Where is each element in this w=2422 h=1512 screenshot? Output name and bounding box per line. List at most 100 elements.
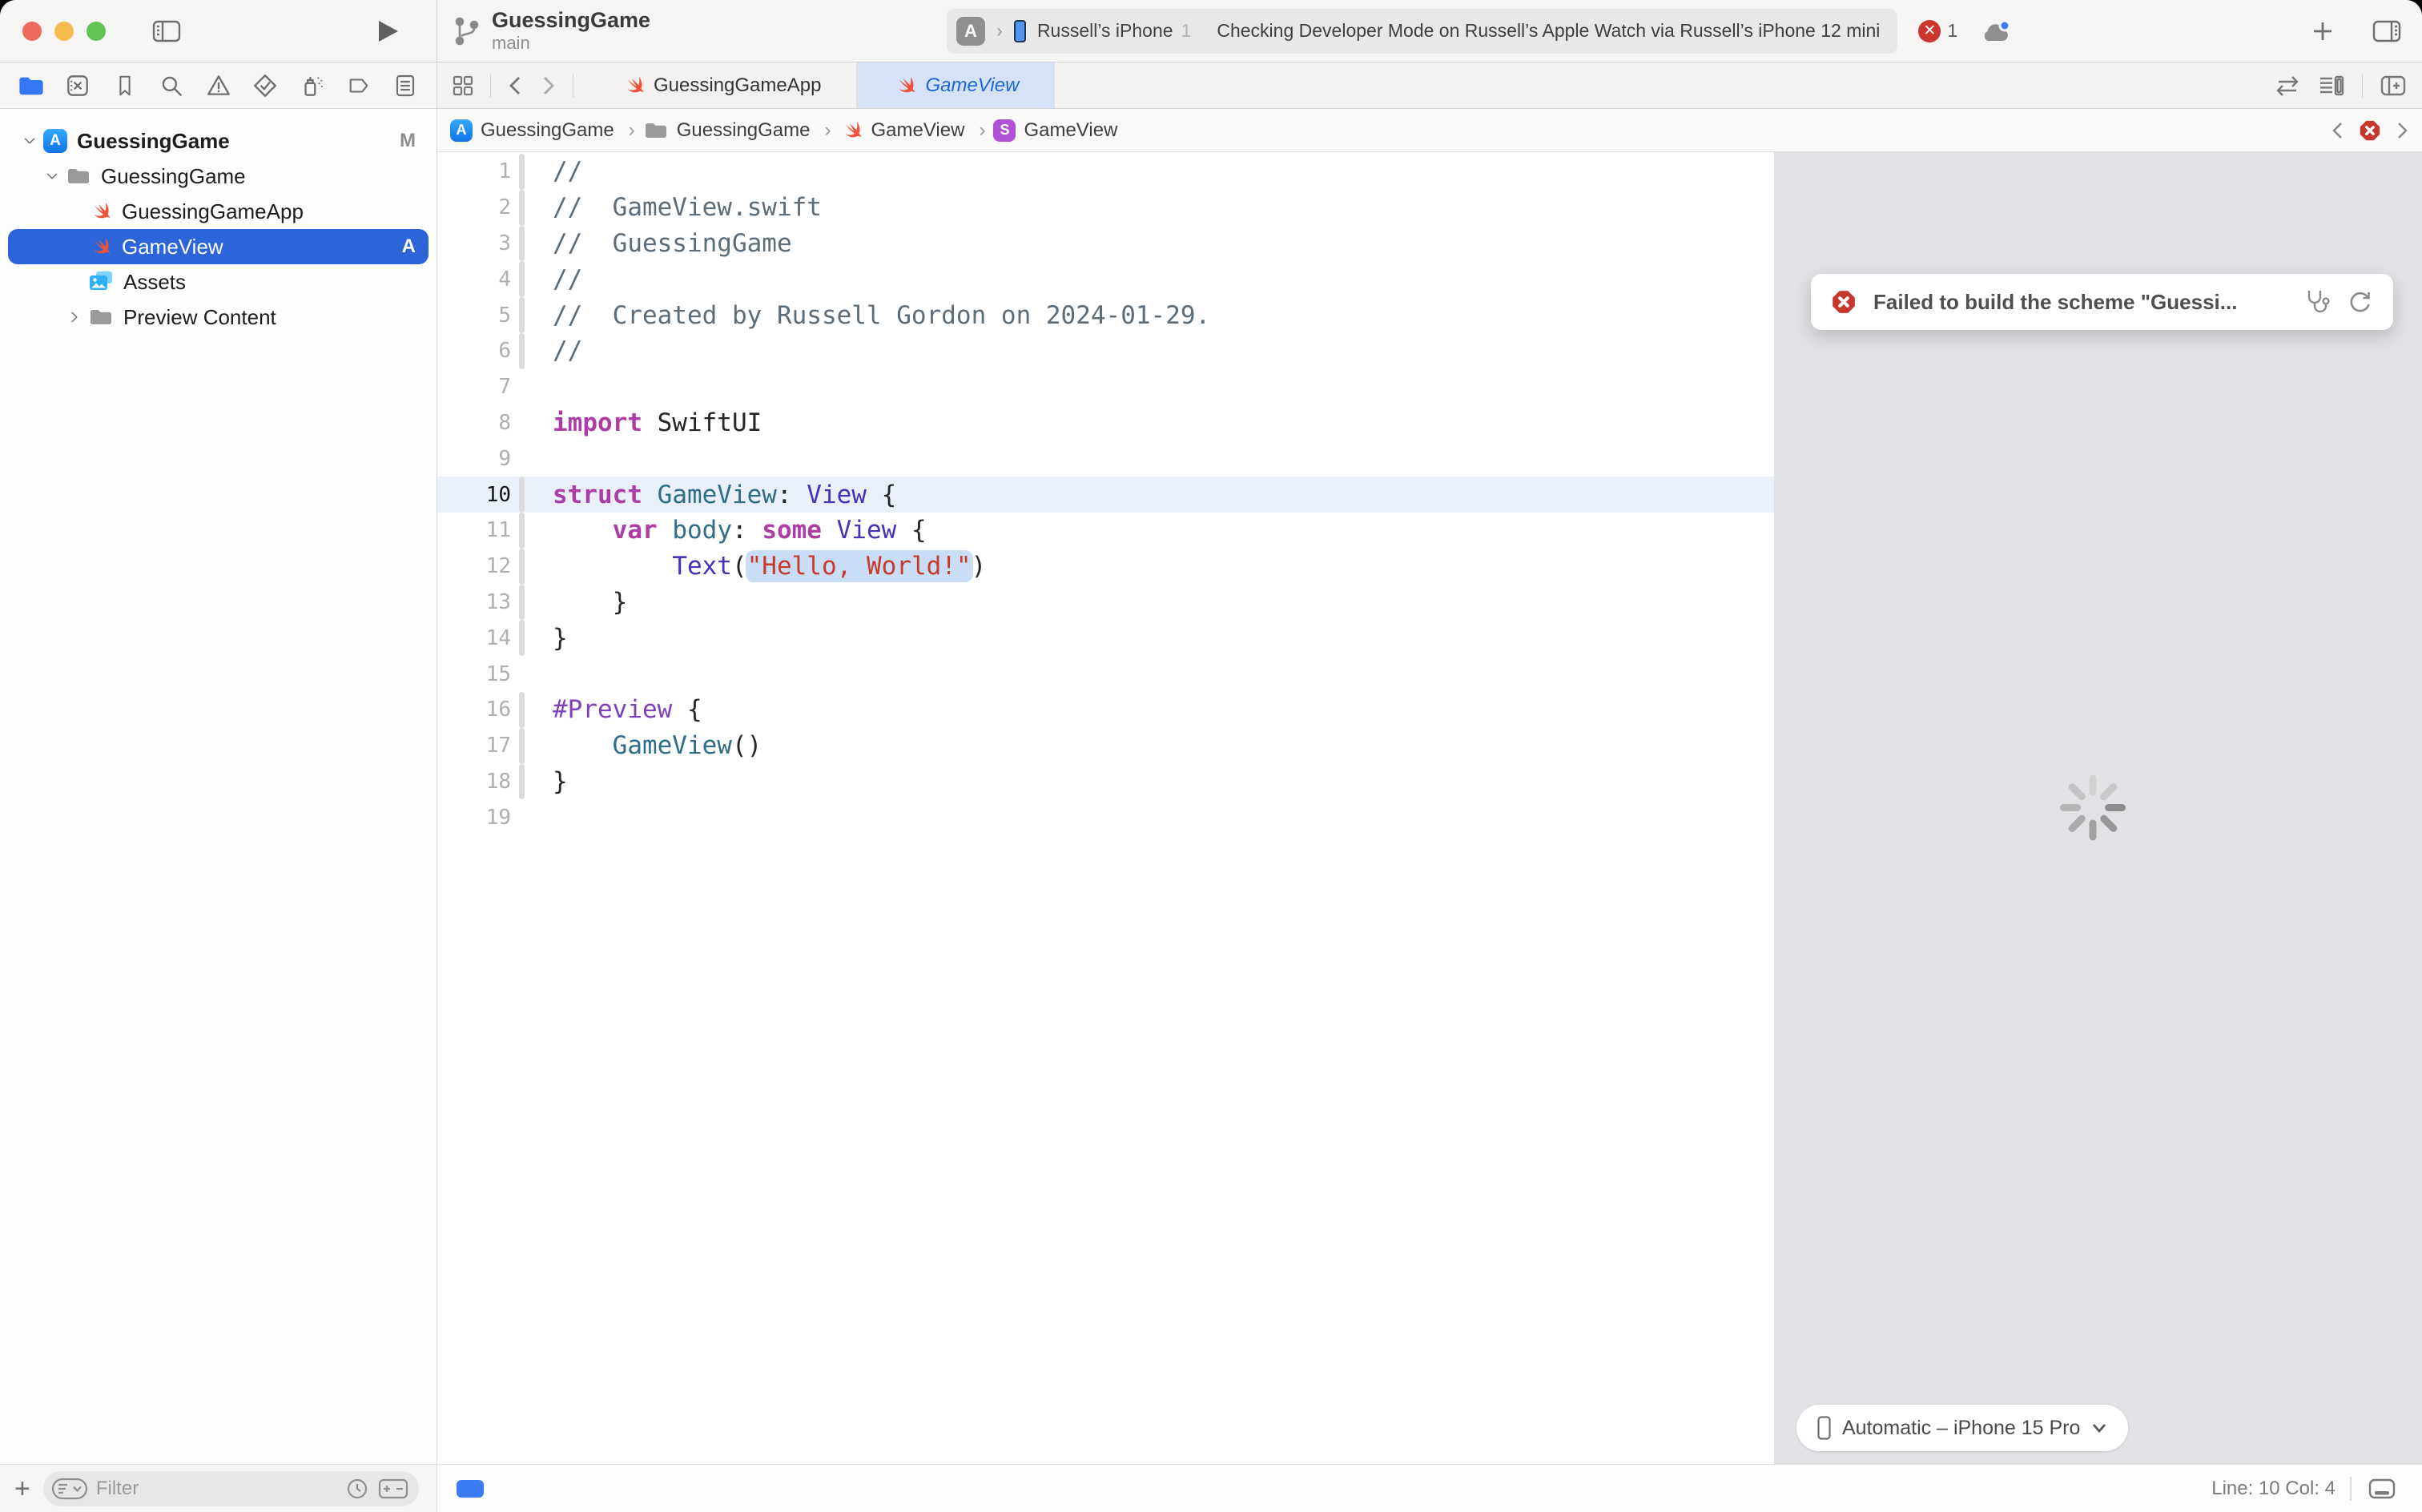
swap-editor-icon[interactable]: [2274, 73, 2301, 99]
change-bar: [519, 692, 525, 728]
code-line-18[interactable]: 18}: [437, 764, 1774, 800]
project-navigator: AGuessingGameMGuessingGameGuessingGameAp…: [0, 109, 437, 1512]
filter-field[interactable]: Filter: [43, 1471, 419, 1506]
sidebar-item-guessinggame[interactable]: AGuessingGameM: [8, 123, 428, 159]
next-issue-icon[interactable]: [2393, 119, 2411, 142]
code-line-7[interactable]: 7: [437, 369, 1774, 405]
breadcrumb-label: GuessingGame: [481, 119, 614, 142]
bookmarks-navigator-icon[interactable]: [110, 70, 140, 101]
line-number: 3: [437, 231, 519, 255]
code-line-16[interactable]: 16#Preview {: [437, 692, 1774, 728]
toggle-sidebar-icon[interactable]: [151, 18, 183, 44]
code-line-9[interactable]: 9: [437, 440, 1774, 477]
retry-build-icon[interactable]: [2347, 288, 2374, 316]
display-icon[interactable]: [2366, 1476, 2398, 1502]
code-line-10[interactable]: 10struct GameView: View {: [437, 477, 1774, 513]
add-file-button[interactable]: +: [14, 1475, 30, 1502]
code-line-5[interactable]: 5// Created by Russell Gordon on 2024-01…: [437, 297, 1774, 333]
window-controls: [22, 22, 106, 41]
code-line-11[interactable]: 11 var body: some View {: [437, 513, 1774, 549]
disclosure-closed-icon[interactable]: [64, 308, 85, 326]
code-line-19[interactable]: 19: [437, 799, 1774, 835]
sidebar-item-guessinggameapp[interactable]: GuessingGameApp: [8, 194, 428, 229]
breadcrumb-item-2[interactable]: GameView: [839, 119, 965, 143]
code-line-1[interactable]: 1//: [437, 154, 1774, 190]
go-back-icon[interactable]: [505, 74, 525, 98]
scheme-title[interactable]: GuessingGame main: [492, 8, 650, 53]
line-number: 10: [437, 483, 519, 507]
add-editor-icon[interactable]: [2379, 73, 2408, 99]
disclosure-open-icon[interactable]: [19, 132, 40, 150]
code-line-2[interactable]: 2// GameView.swift: [437, 190, 1774, 226]
zoom-window-button[interactable]: [86, 22, 106, 41]
debug-navigator-icon[interactable]: [296, 70, 327, 101]
diagnostics-icon[interactable]: [2302, 288, 2331, 316]
recent-filter-icon[interactable]: [345, 1477, 369, 1501]
editor-mode-chip[interactable]: [457, 1480, 484, 1498]
go-forward-icon[interactable]: [539, 74, 558, 98]
reports-navigator-icon[interactable]: [390, 70, 420, 101]
preview-device-selector[interactable]: Automatic – iPhone 15 Pro: [1796, 1405, 2128, 1451]
minimap-icon[interactable]: [2317, 73, 2346, 99]
build-error-banner[interactable]: Failed to build the scheme "Guessi...: [1811, 274, 2393, 330]
minimize-window-button[interactable]: [54, 22, 74, 41]
code-line-14[interactable]: 14}: [437, 620, 1774, 656]
line-number: 4: [437, 267, 519, 292]
add-tab-button[interactable]: [2310, 18, 2336, 44]
xcode-window: GuessingGame main A › Russell’s iPhone 1…: [0, 0, 2422, 1512]
sidebar-item-assets[interactable]: Assets: [8, 264, 428, 300]
disclosure-open-icon[interactable]: [42, 167, 62, 185]
change-bar: [519, 333, 525, 369]
sidebar-item-gameview[interactable]: GameViewA: [8, 229, 428, 264]
file-tree: AGuessingGameMGuessingGameGuessingGameAp…: [0, 109, 437, 1464]
tests-navigator-icon[interactable]: [250, 70, 280, 101]
close-window-button[interactable]: [22, 22, 42, 41]
iphone-outline-icon: [1817, 1416, 1831, 1440]
project-navigator-icon[interactable]: [16, 70, 46, 101]
find-navigator-icon[interactable]: [156, 70, 187, 101]
breadcrumb-item-1[interactable]: GuessingGame: [643, 118, 811, 143]
related-items-icon[interactable]: [450, 73, 476, 99]
code-text: }: [525, 767, 568, 796]
issues-navigator-icon[interactable]: [203, 70, 234, 101]
code-line-8[interactable]: 8import SwiftUI: [437, 405, 1774, 441]
code-line-3[interactable]: 3// GuessingGame: [437, 226, 1774, 262]
scope-filter-icon[interactable]: [377, 1477, 409, 1501]
toggle-inspector-icon[interactable]: [2371, 18, 2403, 44]
code-line-6[interactable]: 6//: [437, 333, 1774, 369]
code-line-12[interactable]: 12 Text("Hello, World!"): [437, 549, 1774, 585]
line-number: 1: [437, 159, 519, 183]
run-button[interactable]: [376, 18, 400, 44]
iphone-device-icon: [1014, 20, 1026, 42]
code-text: struct GameView: View {: [525, 481, 896, 509]
source-editor[interactable]: 1//2// GameView.swift3// GuessingGame4//…: [437, 152, 1774, 1464]
swift-icon: [839, 119, 863, 143]
breadcrumb-item-0[interactable]: A GuessingGame: [450, 119, 614, 142]
breakpoints-navigator-icon[interactable]: [344, 70, 374, 101]
line-number: 9: [437, 447, 519, 471]
branch-icon: [453, 15, 481, 47]
issue-stop-icon[interactable]: [2358, 119, 2382, 143]
status-message: Checking Developer Mode on Russell’s App…: [1217, 20, 1880, 42]
chevron-down-icon: [2091, 1422, 2107, 1434]
line-number: 18: [437, 770, 519, 794]
breadcrumb-item-3[interactable]: SGameView: [993, 119, 1117, 142]
previous-issue-icon[interactable]: [2329, 119, 2347, 142]
s-symbol-icon: S: [993, 119, 1016, 142]
app-icon: A: [450, 119, 473, 142]
issue-count[interactable]: ✕ 1: [1918, 20, 1957, 42]
sidebar-item-guessinggame[interactable]: GuessingGame: [8, 159, 428, 194]
source-control-navigator-icon[interactable]: [62, 70, 93, 101]
change-bar: [519, 297, 525, 333]
code-text: //: [525, 336, 582, 365]
tab-guessinggameapp[interactable]: GuessingGameApp: [586, 62, 857, 108]
code-line-15[interactable]: 15: [437, 656, 1774, 692]
code-line-17[interactable]: 17 GameView(): [437, 728, 1774, 764]
tab-label: GuessingGameApp: [654, 74, 821, 97]
code-line-4[interactable]: 4//: [437, 261, 1774, 297]
sidebar-item-preview-content[interactable]: Preview Content: [8, 300, 428, 335]
activity-status[interactable]: A › Russell’s iPhone 1 Checking Develope…: [947, 9, 1897, 54]
code-line-13[interactable]: 13 }: [437, 585, 1774, 621]
change-bar: [519, 405, 525, 441]
tab-gameview[interactable]: GameView: [857, 62, 1055, 108]
